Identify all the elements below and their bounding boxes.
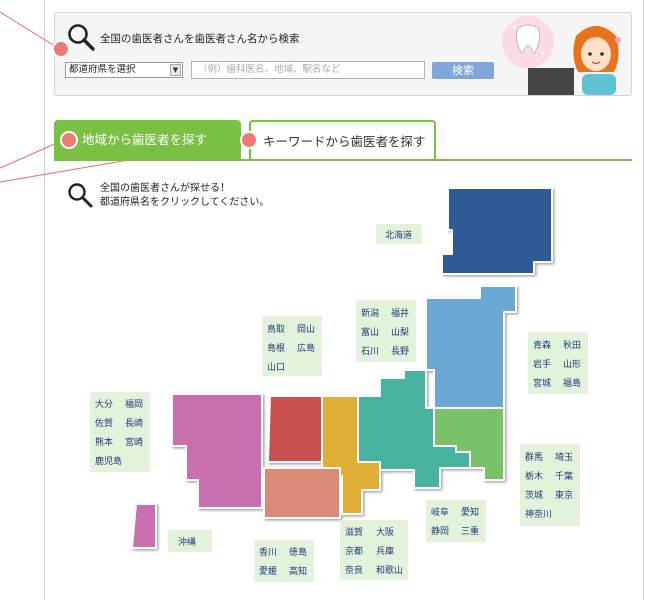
pref-link[interactable]: 奈良 xyxy=(345,563,363,576)
region-shikoku: 香川 徳島 愛媛 高知 xyxy=(254,540,314,582)
pref-link[interactable]: 茨城 xyxy=(525,488,543,501)
pref-link[interactable]: 千葉 xyxy=(555,469,573,482)
pref-link[interactable]: 大阪 xyxy=(376,525,394,538)
map-region-kyushu[interactable] xyxy=(171,393,263,509)
pref-link[interactable]: 徳島 xyxy=(289,545,307,558)
pref-link[interactable]: 青森 xyxy=(533,338,551,351)
pref-link[interactable]: 岩手 xyxy=(533,357,551,370)
pref-link[interactable]: 静岡 xyxy=(431,524,449,537)
pref-link[interactable]: 島根 xyxy=(267,341,285,354)
pref-link[interactable]: 鹿児島 xyxy=(95,454,122,467)
pref-link[interactable]: 愛媛 xyxy=(259,564,277,577)
pref-link[interactable]: 沖縄 xyxy=(178,535,196,548)
map-region-chugoku[interactable] xyxy=(267,395,323,463)
region-kinki: 滋賀 大阪 京都 兵庫 奈良 和歌山 xyxy=(340,520,408,580)
pref-link[interactable]: 福島 xyxy=(563,376,581,389)
pref-link[interactable]: 山口 xyxy=(267,360,285,373)
pref-link[interactable]: 長野 xyxy=(391,344,409,357)
pref-link[interactable]: 山形 xyxy=(563,357,581,370)
map-region-shikoku[interactable] xyxy=(263,467,341,519)
pref-link[interactable]: 熊本 xyxy=(95,435,113,448)
pref-link[interactable]: 北海道 xyxy=(385,228,412,241)
pref-link[interactable]: 秋田 xyxy=(563,338,581,351)
pref-link[interactable]: 岡山 xyxy=(297,322,315,335)
pref-link[interactable]: 鳥取 xyxy=(267,322,285,335)
pref-link[interactable]: 兵庫 xyxy=(376,544,394,557)
pref-link[interactable]: 神奈川 xyxy=(525,507,552,520)
pref-link[interactable]: 佐賀 xyxy=(95,416,113,429)
pref-link[interactable]: 岐阜 xyxy=(431,505,449,518)
pref-link[interactable]: 栃木 xyxy=(525,469,543,482)
pref-link[interactable]: 愛知 xyxy=(461,505,479,518)
pref-link[interactable]: 京都 xyxy=(345,544,363,557)
pref-link[interactable]: 東京 xyxy=(555,488,573,501)
pref-link[interactable]: 福井 xyxy=(391,306,409,319)
region-hokuriku: 新潟 福井 富山 山梨 石川 長野 xyxy=(356,300,416,362)
pref-link[interactable]: 大分 xyxy=(95,397,113,410)
region-kanto: 群馬 埼玉 栃木 千葉 茨城 東京 神奈川 xyxy=(520,444,580,526)
pref-link[interactable]: 長崎 xyxy=(125,416,143,429)
pref-link[interactable]: 福岡 xyxy=(125,397,143,410)
pref-link[interactable]: 群馬 xyxy=(525,450,543,463)
pref-link[interactable]: 高知 xyxy=(289,564,307,577)
region-chugoku: 鳥取 岡山 島根 広島 山口 xyxy=(262,316,322,376)
region-okinawa: 沖縄 xyxy=(168,530,212,552)
pref-link[interactable]: 山梨 xyxy=(391,325,409,338)
region-tohoku: 青森 秋田 岩手 山形 宮城 福島 xyxy=(528,332,588,394)
pref-link[interactable]: 和歌山 xyxy=(376,563,403,576)
region-tokai: 岐阜 愛知 静岡 三重 xyxy=(426,500,486,542)
map-region-kanto[interactable] xyxy=(433,407,505,481)
map-region-tohoku[interactable] xyxy=(425,285,517,409)
pref-link[interactable]: 香川 xyxy=(259,545,277,558)
pref-link[interactable]: 石川 xyxy=(361,344,379,357)
pref-link[interactable]: 広島 xyxy=(297,341,315,354)
pref-link[interactable]: 三重 xyxy=(461,524,479,537)
pref-link[interactable]: 新潟 xyxy=(361,306,379,319)
pref-link[interactable]: 埼玉 xyxy=(555,450,573,463)
map-region-hokkaido[interactable] xyxy=(441,187,553,275)
pref-link[interactable]: 宮城 xyxy=(533,376,551,389)
pref-link[interactable]: 滋賀 xyxy=(345,525,363,538)
region-kyushu: 大分 福岡 佐賀 長崎 熊本 宮崎 鹿児島 xyxy=(90,392,150,472)
map-region-okinawa[interactable] xyxy=(131,503,157,549)
pref-link[interactable]: 宮崎 xyxy=(125,435,143,448)
pref-link[interactable]: 富山 xyxy=(361,325,379,338)
region-hokkaido: 北海道 xyxy=(376,224,422,244)
